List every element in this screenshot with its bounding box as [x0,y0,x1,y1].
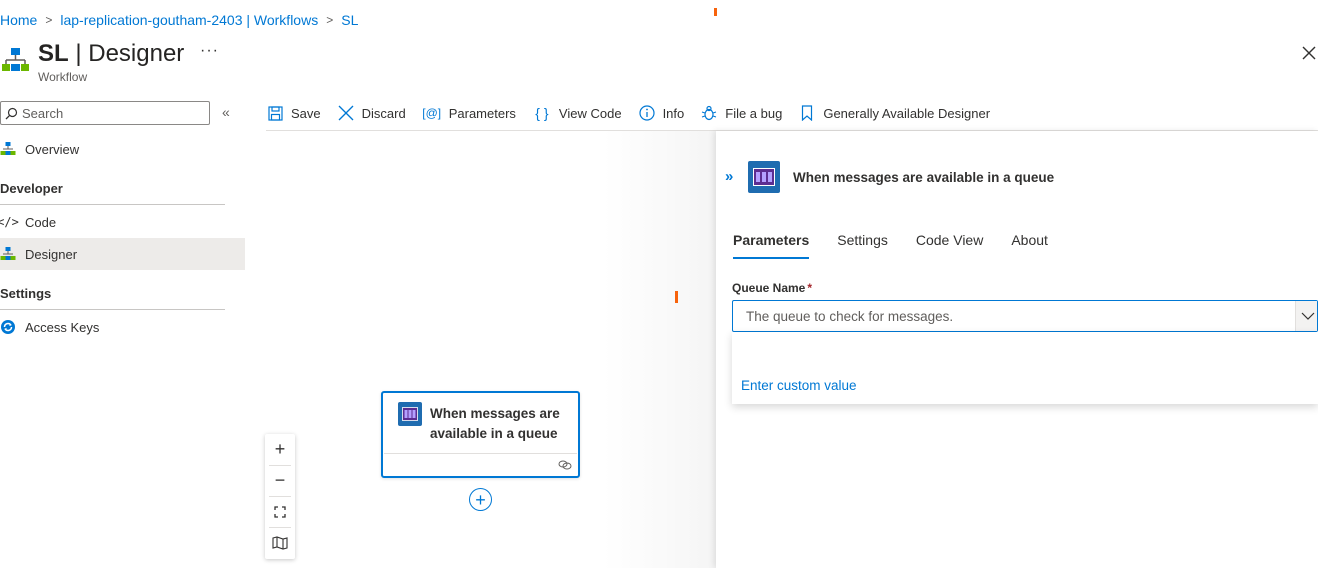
panel-tabs: Parameters Settings Code View About [733,232,1076,260]
sidebar-item-access-keys[interactable]: Access Keys [0,311,245,343]
sidebar-divider [0,309,225,310]
breadcrumb: Home > lap-replication-goutham-2403 | Wo… [0,11,358,29]
file-bug-button[interactable]: File a bug [700,104,782,122]
bookmark-icon [798,104,816,122]
trigger-node-title: When messages are available in a queue [430,406,560,441]
save-icon [266,104,284,122]
required-marker: * [807,281,813,295]
storage-queue-icon [748,161,780,193]
sidebar-item-label: Code [25,214,57,230]
save-label: Save [291,105,321,121]
loading-indicator [714,8,717,16]
parameters-button[interactable]: [@] Parameters [422,104,516,122]
ga-designer-label: Generally Available Designer [823,105,991,121]
breadcrumb-current[interactable]: SL [341,12,358,28]
sidebar-item-code[interactable]: </> Code [0,206,245,238]
info-button[interactable]: Info [638,104,685,122]
workflow-icon [0,246,16,262]
close-icon[interactable] [1301,45,1317,61]
map-icon [272,535,288,550]
zoom-in-button[interactable]: + [265,434,295,465]
collapse-panel-button[interactable]: » [725,168,733,185]
queue-name-label: Queue Name * [732,281,812,295]
info-label: Info [662,105,685,121]
search-input[interactable] [22,105,202,121]
chevron-right-icon: > [326,13,334,27]
sidebar-group-developer: Developer [0,181,63,196]
sidebar-group-settings: Settings [0,286,52,301]
storage-queue-icon [398,402,422,426]
chevron-down-icon[interactable] [1295,301,1317,331]
chevron-right-icon: > [45,13,53,27]
trigger-node[interactable]: When messages are available in a queue [381,391,580,478]
node-divider [384,453,577,454]
bug-icon [700,104,718,122]
queue-name-label-text: Queue Name [732,281,806,295]
designer-toolbar: Save Discard [@] Parameters { } View Cod… [266,101,1006,125]
tab-about[interactable]: About [1011,232,1048,260]
code-icon: </> [0,215,19,229]
sync-icon [0,319,16,335]
page-title-separator: | [68,40,89,67]
close-icon [337,104,355,122]
sidebar-item-label: Overview [25,141,80,157]
fit-view-button[interactable] [265,496,295,527]
sidebar-item-overview[interactable]: Overview [0,133,245,165]
workflow-icon [2,48,29,71]
tab-parameters[interactable]: Parameters [733,232,810,260]
workflow-icon [0,141,16,157]
zoom-controls: + − [265,434,295,559]
collapse-sidebar-button[interactable]: « [222,104,230,120]
page-title: SL | Designer [38,40,184,68]
file-bug-label: File a bug [725,105,783,121]
add-step-button[interactable]: + [469,488,492,511]
queue-name-options [732,332,1318,404]
enter-custom-value-link[interactable]: Enter custom value [741,378,857,393]
breadcrumb-home[interactable]: Home [0,12,37,28]
panel-title: When messages are available in a queue [793,170,1055,185]
ga-designer-button[interactable]: Generally Available Designer [798,104,990,122]
tab-code-view[interactable]: Code View [916,232,983,260]
sidebar-item-label: Access Keys [25,319,100,335]
sidebar-item-label: Designer [25,246,78,262]
queue-name-dropdown[interactable] [732,300,1318,332]
parameters-icon: [@] [422,106,442,120]
page-title-name: SL [38,40,69,67]
more-options-button[interactable]: ··· [200,42,219,60]
sidebar-item-designer[interactable]: Designer [0,238,245,270]
braces-icon: { } [535,105,549,121]
info-icon [638,104,656,122]
link-icon [558,460,572,470]
sidebar-search[interactable] [0,101,210,125]
discard-button[interactable]: Discard [337,104,406,122]
parameters-label: Parameters [448,105,516,121]
page-title-page: Designer [88,40,185,67]
sidebar-divider [0,204,225,205]
view-code-button[interactable]: { } View Code [532,104,622,122]
discard-label: Discard [361,105,406,121]
queue-name-input[interactable] [746,308,1286,324]
tab-settings[interactable]: Settings [837,232,888,260]
save-button[interactable]: Save [266,104,321,122]
fit-view-icon [274,505,286,518]
breadcrumb-workflows[interactable]: lap-replication-goutham-2403 | Workflows [60,12,318,28]
minimap-button[interactable] [265,527,295,558]
page-subtitle: Workflow [38,70,88,84]
view-code-label: View Code [558,105,622,121]
search-icon [5,107,18,119]
loading-indicator [675,291,678,303]
zoom-out-button[interactable]: − [265,465,295,496]
